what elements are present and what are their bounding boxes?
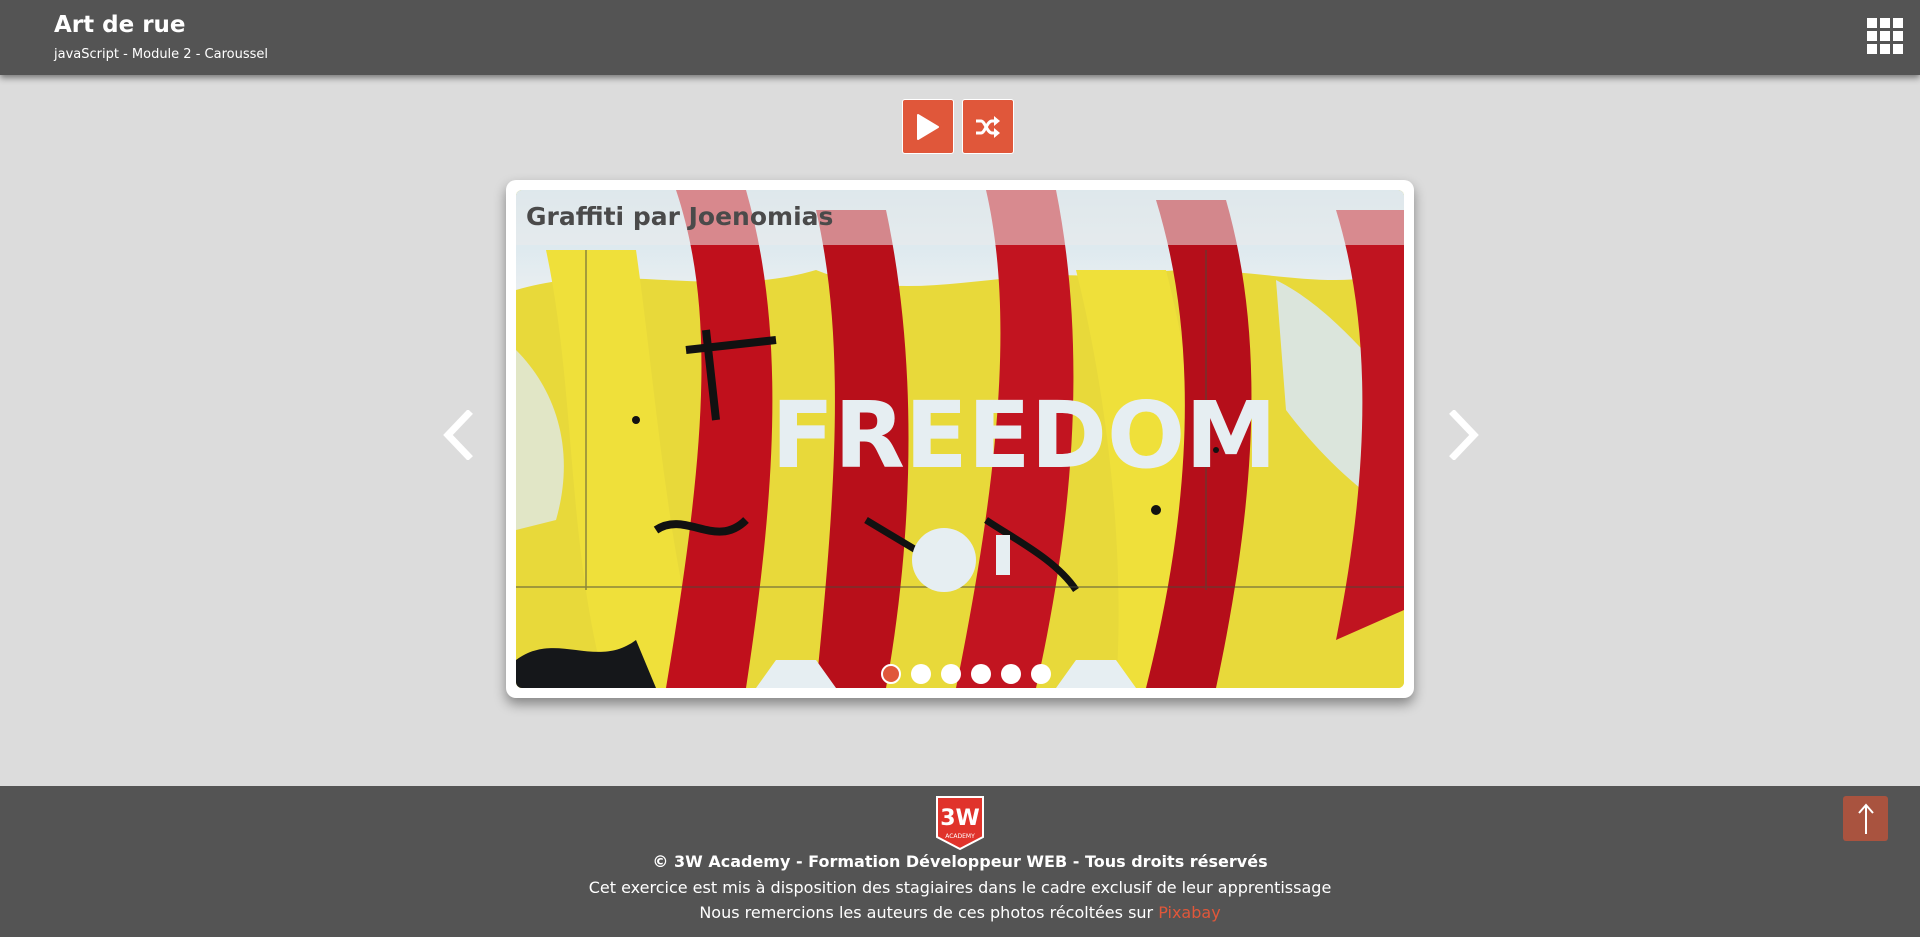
indicator-dot[interactable] (911, 664, 931, 684)
page-header: Art de rue javaScript - Module 2 - Carou… (0, 0, 1920, 75)
svg-text:3W: 3W (940, 806, 980, 831)
page-subtitle: javaScript - Module 2 - Caroussel (54, 47, 268, 62)
carousel-indicators (881, 664, 1051, 684)
back-to-top-button[interactable] (1843, 796, 1888, 841)
shuffle-button[interactable] (962, 99, 1014, 154)
carousel-next-button[interactable] (1446, 409, 1482, 464)
svg-text:ACADEMY: ACADEMY (945, 833, 975, 840)
grid-icon[interactable] (1867, 18, 1903, 54)
footer-thanks-text: Nous remercions les auteurs de ces photo… (699, 903, 1159, 922)
3w-academy-logo: 3W ACADEMY (936, 796, 984, 851)
carousel-toolbar (902, 99, 1014, 154)
indicator-dot[interactable] (1031, 664, 1051, 684)
caption-bar: Graffiti par Joenomias (516, 190, 1404, 245)
slide-caption: Graffiti par Joenomias (526, 202, 834, 231)
shuffle-icon (976, 115, 1000, 138)
indicator-dot[interactable] (1001, 664, 1021, 684)
indicator-dot[interactable] (941, 664, 961, 684)
pixabay-link[interactable]: Pixabay (1158, 903, 1220, 922)
page-title: Art de rue (54, 12, 186, 38)
chevron-left-icon (443, 409, 473, 461)
play-icon (917, 113, 939, 140)
footer-copyright: © 3W Academy - Formation Développeur WEB… (652, 852, 1268, 871)
indicator-dot-active[interactable] (881, 664, 901, 684)
carousel-prev-button[interactable] (440, 409, 476, 464)
arrow-up-icon (1857, 802, 1874, 834)
footer-notice: Cet exercice est mis à disposition des s… (588, 878, 1332, 897)
page-footer: 3W ACADEMY © 3W Academy - Formation Déve… (0, 786, 1920, 937)
carousel-slide: FREEDOM Graffiti par Joenomias (516, 190, 1404, 688)
carousel-frame: FREEDOM Graffiti par Joenomias (506, 180, 1414, 698)
slide-image: FREEDOM (516, 190, 1404, 688)
play-button[interactable] (902, 99, 954, 154)
footer-thanks: Nous remercions les auteurs de ces photo… (0, 903, 1920, 922)
chevron-right-icon (1449, 409, 1479, 461)
slide-graffiti-text: FREEDOM (771, 382, 1277, 489)
indicator-dot[interactable] (971, 664, 991, 684)
